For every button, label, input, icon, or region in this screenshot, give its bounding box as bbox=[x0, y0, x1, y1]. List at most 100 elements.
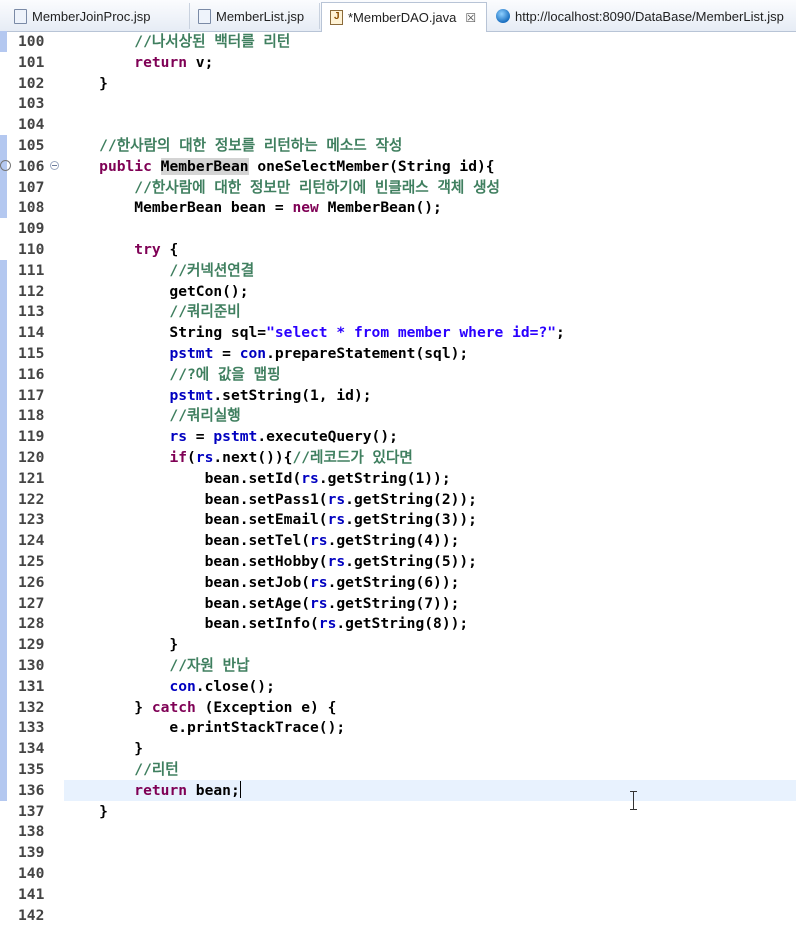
code-line[interactable]: 100 //나서상된 백터를 리턴 bbox=[0, 31, 796, 52]
code-token: rs bbox=[195, 449, 214, 466]
jsp-file-icon bbox=[198, 8, 211, 24]
code-token: //자원 반납 bbox=[64, 657, 250, 674]
code-text: con.close(); bbox=[64, 676, 274, 697]
line-number: 135 bbox=[18, 761, 45, 778]
code-line[interactable]: 135 //리턴 bbox=[0, 759, 796, 780]
code-text: //커넥션연결 bbox=[64, 260, 254, 281]
code-token: } bbox=[64, 636, 179, 654]
code-line[interactable]: 115 pstmt = con.prepareStatement(sql); bbox=[0, 343, 796, 364]
code-line[interactable]: 111 //커넥션연결 bbox=[0, 259, 796, 281]
code-text: } bbox=[64, 738, 143, 759]
code-line[interactable]: 129 } bbox=[0, 634, 796, 656]
code-token: public bbox=[99, 157, 152, 175]
code-line[interactable]: 123 bean.setEmail(rs.getString(3)); bbox=[0, 509, 796, 531]
line-number: 140 bbox=[18, 865, 45, 882]
code-token: bean.setPass1( bbox=[64, 490, 328, 508]
code-line[interactable]: 101 return v; bbox=[0, 52, 796, 73]
code-text: } bbox=[64, 73, 108, 94]
tab-memberdao[interactable]: *MemberDAO.java ☒ bbox=[321, 2, 487, 32]
line-number: 123 bbox=[18, 511, 45, 529]
code-line[interactable]: 131 con.close(); bbox=[0, 675, 796, 697]
tab-memberjoinproc[interactable]: MemberJoinProc.jsp bbox=[6, 3, 190, 29]
change-marker bbox=[0, 488, 7, 510]
code-line[interactable]: 122 bean.setPass1(rs.getString(2)); bbox=[0, 488, 796, 510]
code-text: getCon(); bbox=[64, 281, 248, 302]
code-token: bean.setJob( bbox=[64, 573, 311, 591]
code-token: } bbox=[64, 802, 108, 820]
tab-label: *MemberDAO.java bbox=[348, 10, 457, 25]
code-line[interactable]: 105 //한사람의 대한 정보를 리턴하는 메소드 작성 bbox=[0, 135, 796, 156]
code-line[interactable]: 132 } catch (Exception e) { bbox=[0, 696, 796, 718]
line-number: 130 bbox=[18, 657, 45, 674]
code-line[interactable]: 127 bean.setAge(rs.getString(7)); bbox=[0, 592, 796, 614]
jsp-file-icon bbox=[14, 8, 27, 24]
code-line[interactable]: 102 } bbox=[0, 73, 796, 94]
code-line[interactable]: 128 bean.setInfo(rs.getString(8)); bbox=[0, 613, 796, 635]
code-text: MemberBean bean = new MemberBean(); bbox=[64, 197, 442, 218]
code-text: pstmt = con.prepareStatement(sql); bbox=[64, 343, 468, 364]
code-line[interactable]: 108 MemberBean bean = new MemberBean(); bbox=[0, 197, 796, 219]
code-line[interactable]: 121 bean.setId(rs.getString(1)); bbox=[0, 467, 796, 489]
line-number: 131 bbox=[18, 677, 45, 695]
code-token: .executeQuery(); bbox=[257, 428, 398, 446]
code-line[interactable]: 125 bean.setHobby(rs.getString(5)); bbox=[0, 551, 796, 572]
code-text: bean.setEmail(rs.getString(3)); bbox=[64, 509, 477, 530]
line-number: 107 bbox=[18, 178, 45, 196]
change-marker bbox=[0, 779, 7, 801]
code-line[interactable]: 142 bbox=[0, 905, 796, 926]
code-line[interactable]: 134 } bbox=[0, 738, 796, 760]
code-text: bean.setPass1(rs.getString(2)); bbox=[64, 489, 477, 510]
code-text: return bean; bbox=[64, 780, 241, 801]
line-number: 116 bbox=[18, 365, 45, 383]
change-marker bbox=[0, 551, 7, 572]
code-token: .next()){ bbox=[213, 449, 293, 466]
code-line[interactable]: 107 //한사람에 대한 정보만 리턴하기에 빈클래스 객체 생성 bbox=[0, 176, 796, 198]
code-text: //한사람에 대한 정보만 리턴하기에 빈클래스 객체 생성 bbox=[64, 177, 500, 198]
code-line[interactable]: 118 //쿼리실행 bbox=[0, 405, 796, 427]
editor-tab-bar: MemberJoinProc.jsp MemberList.jsp *Membe… bbox=[0, 0, 796, 32]
code-line[interactable]: 103 bbox=[0, 93, 796, 114]
tab-memberlist[interactable]: MemberList.jsp bbox=[190, 3, 320, 29]
code-text: bean.setInfo(rs.getString(8)); bbox=[64, 613, 469, 634]
code-text: } catch (Exception e) { bbox=[64, 697, 336, 718]
code-line[interactable]: 137 } bbox=[0, 801, 796, 822]
code-editor[interactable]: 100 //나서상된 백터를 리턴 101 return v; 102 } 103 10… bbox=[0, 31, 796, 924]
code-line[interactable]: 119 rs = pstmt.executeQuery(); bbox=[0, 426, 796, 448]
code-line[interactable]: 133 e.printStackTrace(); bbox=[0, 717, 796, 739]
code-line[interactable]: 140 bbox=[0, 863, 796, 884]
line-number: 102 bbox=[18, 74, 45, 92]
code-line[interactable]: 116 //?에 값을 맵핑 bbox=[0, 363, 796, 385]
code-line[interactable]: 120 if(rs.next()){//레코드가 있다면 bbox=[0, 447, 796, 468]
code-line[interactable]: 110 try { bbox=[0, 239, 796, 260]
change-marker bbox=[0, 571, 7, 593]
code-line[interactable]: 104 bbox=[0, 114, 796, 135]
code-line[interactable]: 141 bbox=[0, 884, 796, 905]
code-token: bean.setHobby( bbox=[64, 553, 328, 570]
tab-browser-memberlist[interactable]: http://localhost:8090/DataBase/MemberLis… bbox=[488, 3, 796, 29]
code-line[interactable]: 117 pstmt.setString(1, id); bbox=[0, 384, 796, 406]
code-line[interactable]: 136 return bean; bbox=[0, 779, 796, 801]
code-line[interactable]: 113 //쿼리준비 bbox=[0, 301, 796, 323]
line-number: 139 bbox=[18, 844, 45, 862]
code-token: bean.setId( bbox=[64, 469, 302, 487]
code-line[interactable]: 106 public MemberBean oneSelectMember(St… bbox=[0, 155, 796, 177]
line-number: 101 bbox=[18, 53, 45, 71]
code-token: //레코드가 있다면 bbox=[292, 449, 413, 466]
code-text: //쿼리실행 bbox=[64, 405, 240, 426]
code-line[interactable]: 130 //자원 반납 bbox=[0, 655, 796, 676]
code-line[interactable]: 124 bean.setTel(rs.getString(4)); bbox=[0, 530, 796, 552]
code-line[interactable]: 139 bbox=[0, 842, 796, 863]
code-token: .setString(1, id); bbox=[213, 386, 372, 404]
text-caret bbox=[239, 780, 241, 798]
code-line[interactable]: 138 bbox=[0, 821, 796, 842]
line-number: 136 bbox=[18, 781, 45, 799]
close-tab-icon[interactable]: ☒ bbox=[465, 11, 476, 25]
code-line[interactable]: 114 String sql="select * from member whe… bbox=[0, 322, 796, 344]
code-token: .getString(7)); bbox=[327, 594, 460, 612]
code-line[interactable]: 109 bbox=[0, 218, 796, 239]
code-token: new bbox=[292, 199, 319, 217]
code-line[interactable]: 126 bean.setJob(rs.getString(6)); bbox=[0, 571, 796, 593]
code-line[interactable]: 112 getCon(); bbox=[0, 280, 796, 302]
